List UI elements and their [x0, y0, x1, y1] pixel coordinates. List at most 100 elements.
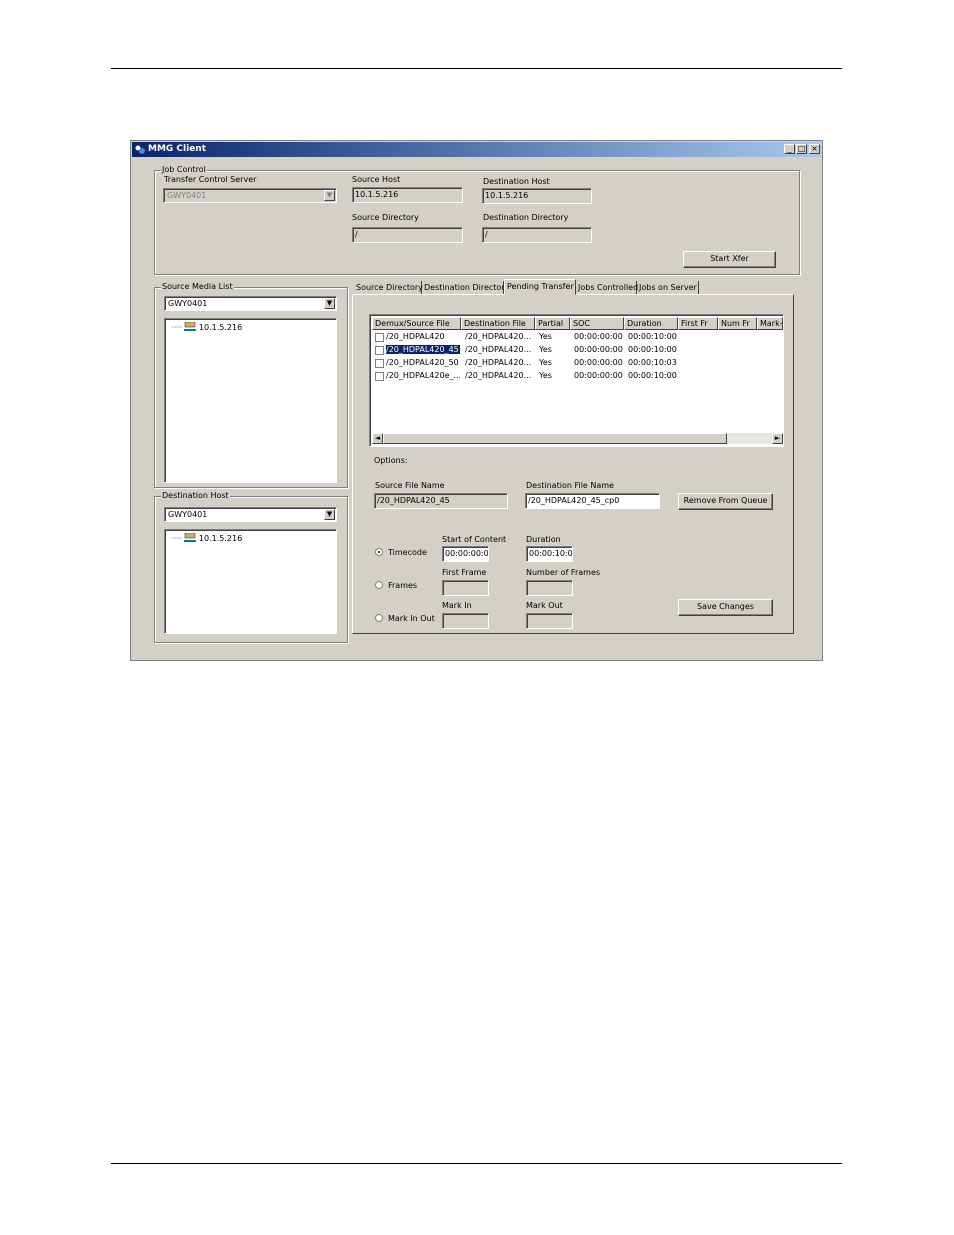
chevron-down-icon: ▼	[324, 298, 335, 309]
source-media-tree[interactable]: ······· 10.1.5.216	[164, 318, 337, 483]
source-directory-field[interactable]: /	[352, 227, 463, 243]
destination-host-tree[interactable]: ······· 10.1.5.216	[164, 529, 337, 634]
source-media-combo[interactable]: GWY0401 ▼	[164, 296, 337, 311]
row-checkbox[interactable]	[375, 346, 384, 355]
number-of-frames-label: Number of Frames	[526, 568, 601, 577]
column-header[interactable]: First Fr	[678, 317, 718, 330]
table-cell: /20_HDPAL420...	[465, 332, 532, 341]
destination-host-combo[interactable]: GWY0401 ▼	[164, 507, 337, 522]
table-row[interactable]: /20_HDPAL420_50 /20_HDPAL420... Yes 00:0…	[372, 357, 781, 370]
transfer-control-server-combo[interactable]: GWY0401 ▼	[163, 188, 337, 203]
column-header[interactable]: Partial	[535, 317, 570, 330]
timecode-label: Timecode	[388, 548, 427, 557]
bottom-rule	[111, 1163, 842, 1164]
tree-node[interactable]: ······· 10.1.5.216	[171, 532, 243, 543]
scroll-left-icon[interactable]: ◄	[372, 433, 383, 444]
column-header[interactable]: Demux/Source File	[372, 317, 461, 330]
column-header[interactable]: Mark-I	[757, 317, 783, 330]
destination-host-combo-value: GWY0401	[168, 510, 208, 519]
table-cell: 00:00:10:00	[628, 332, 677, 341]
column-header[interactable]: Duration	[624, 317, 678, 330]
row-checkbox[interactable]	[375, 372, 384, 381]
network-host-icon	[184, 532, 197, 542]
window-title: MMG Client	[148, 144, 207, 154]
tab-destination-directory[interactable]: Destination Directory	[422, 281, 509, 294]
frames-radio[interactable]	[375, 581, 383, 589]
first-frame-field[interactable]	[442, 580, 489, 596]
table-cell: 00:00:00:00	[574, 358, 623, 367]
table-cell: Yes	[539, 358, 552, 367]
table-cell: Yes	[539, 345, 552, 354]
chevron-down-icon: ▼	[324, 190, 335, 201]
close-button[interactable]: ×	[809, 144, 820, 154]
table-cell: /20_HDPAL420...	[465, 371, 532, 380]
title-bar[interactable]: MMG Client _ □ ×	[132, 142, 821, 157]
mark-out-field[interactable]	[526, 613, 573, 629]
table-cell: /20_HDPAL420...	[465, 358, 532, 367]
table-cell: 00:00:00:00	[574, 371, 623, 380]
source-media-combo-value: GWY0401	[168, 299, 208, 308]
mark-in-out-label: Mark In Out	[388, 614, 435, 623]
tab-jobs-on-server[interactable]: Jobs on Server	[637, 281, 699, 294]
table-cell: 00:00:10:03	[628, 358, 677, 367]
transfer-control-server-label: Transfer Control Server	[164, 175, 257, 184]
start-xfer-button[interactable]: Start Xfer	[683, 251, 776, 268]
mark-in-field[interactable]	[442, 613, 489, 629]
column-header[interactable]: SOC	[570, 317, 624, 330]
number-of-frames-field[interactable]	[526, 580, 573, 596]
source-file-name-label: Source File Name	[375, 481, 445, 490]
scroll-right-icon[interactable]: ►	[772, 433, 783, 444]
frames-label: Frames	[388, 581, 418, 590]
mark-in-label: Mark In	[442, 601, 472, 610]
column-header[interactable]: Destination File	[461, 317, 535, 330]
tab-jobs-controlled[interactable]: Jobs Controlled	[576, 281, 638, 294]
timecode-radio[interactable]	[375, 548, 383, 556]
table-cell: 00:00:10:00	[628, 371, 677, 380]
destination-host-field[interactable]: 10.1.5.216	[482, 188, 592, 204]
source-media-list-legend: Source Media List	[161, 282, 234, 291]
mark-out-label: Mark Out	[526, 601, 563, 610]
source-file-name-field[interactable]: /20_HDPAL420_45	[374, 493, 508, 509]
table-row[interactable]: /20_HDPAL420_45 /20_HDPAL420... Yes 00:0…	[372, 344, 781, 357]
chevron-down-icon: ▼	[324, 509, 335, 520]
destination-file-name-field[interactable]: /20_HDPAL420_45_cp0	[525, 493, 660, 509]
destination-directory-label: Destination Directory	[483, 213, 569, 222]
duration-field[interactable]: 00:00:10:00	[526, 546, 573, 562]
table-cell: Yes	[539, 371, 552, 380]
start-of-content-field[interactable]: 00:00:00:00	[442, 546, 489, 562]
table-cell: /20_HDPAL420_50	[386, 358, 459, 367]
maximize-button[interactable]: □	[796, 144, 807, 154]
tree-node-label: 10.1.5.216	[198, 323, 243, 332]
source-directory-label: Source Directory	[352, 213, 419, 222]
destination-file-name-label: Destination File Name	[526, 481, 614, 490]
row-checkbox[interactable]	[375, 359, 384, 368]
source-host-label: Source Host	[352, 175, 401, 184]
options-label: Options:	[374, 456, 408, 465]
table-row[interactable]: /20_HDPAL420 /20_HDPAL420... Yes 00:00:0…	[372, 331, 781, 344]
scroll-thumb[interactable]	[383, 433, 727, 444]
source-host-field[interactable]: 10.1.5.216	[352, 187, 463, 203]
row-checkbox[interactable]	[375, 333, 384, 342]
save-changes-button[interactable]: Save Changes	[678, 599, 773, 616]
pending-transfer-list[interactable]: Demux/Source File Destination File Parti…	[369, 314, 784, 447]
destination-host-label: Destination Host	[483, 177, 550, 186]
table-cell: 00:00:00:00	[574, 345, 623, 354]
table-row[interactable]: /20_HDPAL420e_... /20_HDPAL420... Yes 00…	[372, 370, 781, 383]
destination-directory-field[interactable]: /	[482, 227, 592, 243]
mark-in-out-radio[interactable]	[375, 614, 383, 622]
start-of-content-label: Start of Content	[442, 535, 507, 544]
minimize-button[interactable]: _	[784, 144, 795, 154]
column-header[interactable]: Num Fr	[718, 317, 757, 330]
tree-connector: ·······	[171, 534, 183, 543]
tab-source-directory[interactable]: Source Directory	[354, 281, 423, 294]
table-cell: 00:00:10:00	[628, 345, 677, 354]
table-cell: /20_HDPAL420_45	[386, 345, 460, 354]
tab-pending-transfer[interactable]: Pending Transfer	[504, 279, 576, 295]
horizontal-scrollbar[interactable]: ◄ ►	[372, 433, 783, 444]
remove-from-queue-button[interactable]: Remove From Queue	[678, 493, 773, 510]
tree-node-label: 10.1.5.216	[198, 534, 243, 543]
top-rule	[111, 68, 842, 69]
destination-host-legend: Destination Host	[161, 491, 230, 500]
tree-node[interactable]: ······· 10.1.5.216	[171, 321, 243, 332]
table-cell: Yes	[539, 332, 552, 341]
